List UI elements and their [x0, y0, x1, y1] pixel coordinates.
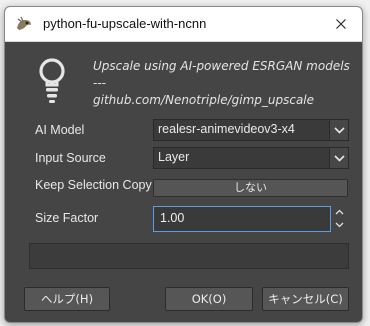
ok-button[interactable]: OK(O): [165, 287, 253, 311]
ai-model-label: AI Model: [35, 123, 85, 137]
keep-selection-copy-toggle[interactable]: しない: [153, 179, 348, 197]
spin-up-button[interactable]: [332, 206, 347, 218]
progress-bar: [29, 243, 349, 269]
chevron-down-icon: [333, 154, 345, 162]
ai-model-dropdown-button[interactable]: [329, 120, 348, 140]
close-icon: [336, 19, 346, 29]
keep-selection-copy-label: Keep Selection Copy: [35, 178, 152, 192]
ai-model-value: realesr-animevideov3-x4: [158, 122, 295, 136]
size-factor-spinner: [332, 206, 347, 232]
info-separator: ---: [93, 76, 106, 90]
ai-model-select[interactable]: realesr-animevideov3-x4: [153, 119, 349, 141]
cancel-button[interactable]: キャンセル(C): [262, 287, 349, 311]
input-source-label: Input Source: [35, 151, 106, 165]
gimp-app-icon: [17, 16, 31, 30]
size-factor-value: 1.00: [160, 211, 185, 225]
input-source-select[interactable]: Layer: [153, 147, 349, 169]
dialog-window: python-fu-upscale-with-ncnn Upscale usin…: [4, 6, 363, 323]
input-source-dropdown-button[interactable]: [329, 148, 348, 168]
info-link: github.com/Nenotriple/gimp_upscale: [93, 93, 315, 107]
help-button[interactable]: ヘルプ(H): [24, 287, 110, 311]
chevron-down-icon: [333, 126, 345, 134]
size-factor-input[interactable]: 1.00: [153, 206, 331, 232]
window-title: python-fu-upscale-with-ncnn: [43, 16, 207, 31]
title-bar[interactable]: python-fu-upscale-with-ncnn: [5, 7, 362, 42]
info-description: Upscale using AI-powered ESRGAN models: [93, 59, 350, 73]
spin-down-icon: [335, 222, 344, 228]
spin-down-button[interactable]: [332, 219, 347, 231]
lightbulb-icon: [39, 58, 65, 103]
size-factor-label: Size Factor: [35, 211, 99, 225]
input-source-value: Layer: [158, 150, 190, 164]
spin-up-icon: [335, 209, 344, 215]
close-button[interactable]: [320, 7, 362, 41]
